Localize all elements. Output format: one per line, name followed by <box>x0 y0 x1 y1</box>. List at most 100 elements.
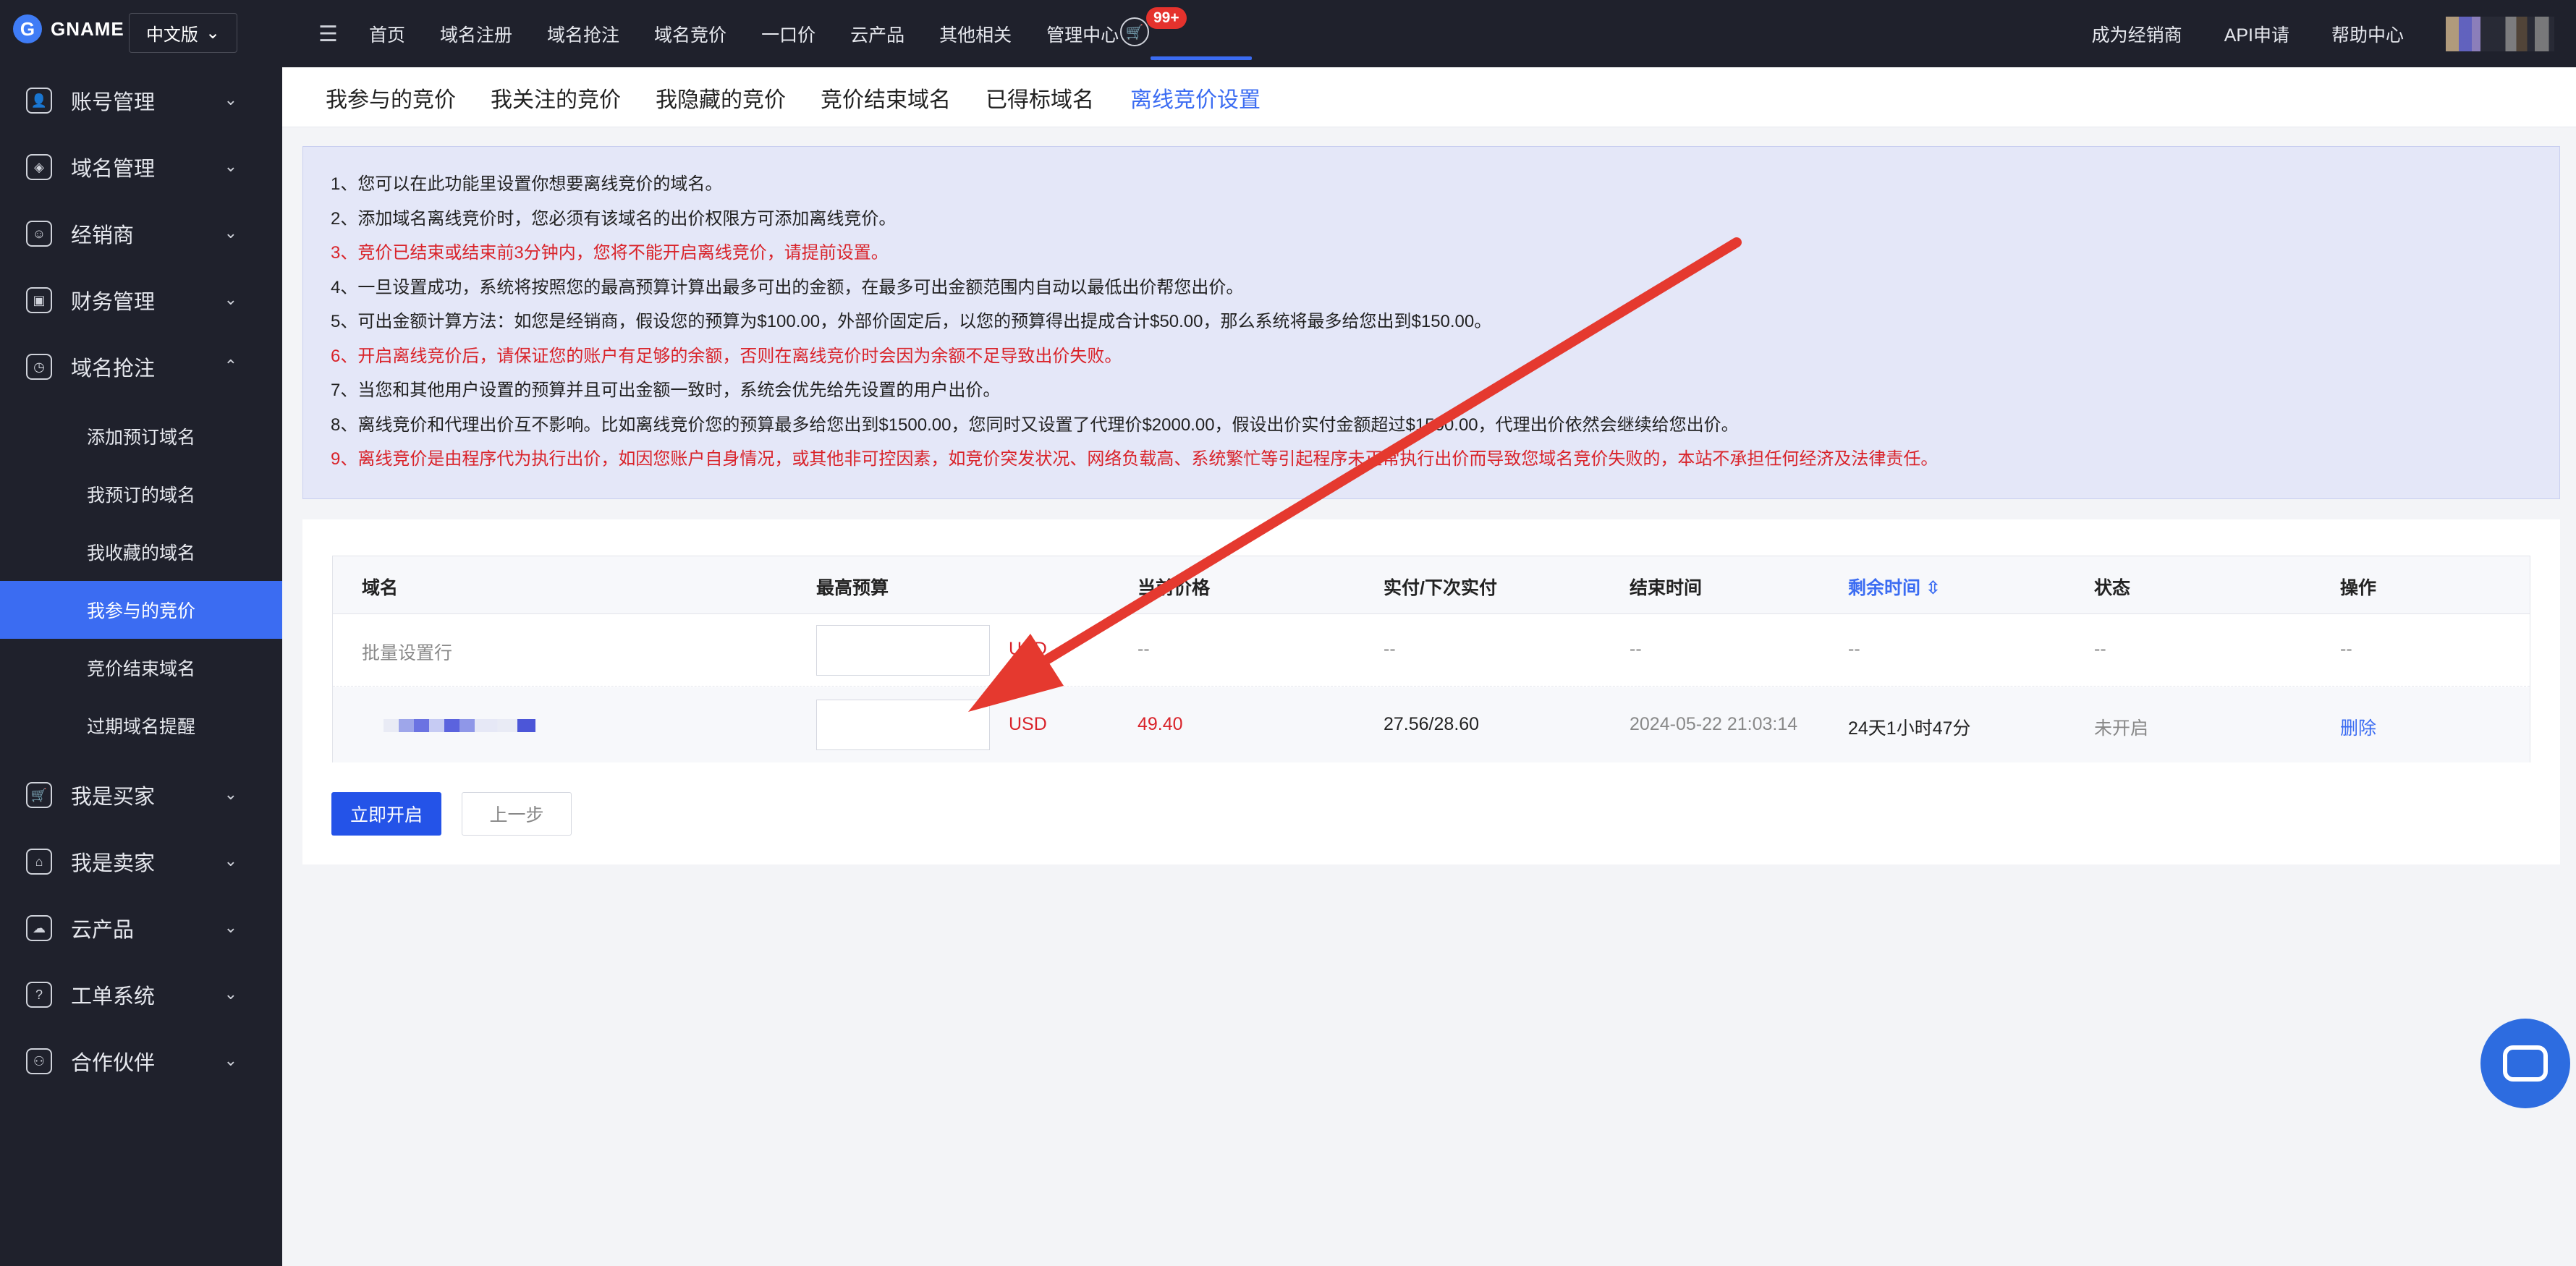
clock-icon: ◷ <box>26 354 52 380</box>
col-domain: 域名 <box>362 578 399 598</box>
start-now-button[interactable]: 立即开启 <box>331 792 441 836</box>
cart-badge: 99+ <box>1146 7 1187 29</box>
sidebar-group-seller[interactable]: ⌂ 我是卖家 ⌄ <box>0 828 282 895</box>
sidebar-group-buyer[interactable]: 🛒 我是买家 ⌄ <box>0 762 282 828</box>
offline-bid-table: 域名 最高预算 当前价格 实付/下次实付 结束时间 剩余时间 ⇳ 状态 操作 批… <box>332 556 2530 762</box>
tab-won-domains[interactable]: 已得标域名 <box>986 82 1094 114</box>
sidebar-item-ended-auctions[interactable]: 竞价结束域名 <box>0 639 282 697</box>
user-icon: 👤 <box>26 88 52 114</box>
nav-home[interactable]: 首页 <box>369 21 405 47</box>
table-row: USD 49.40 27.56/28.60 2024-05-22 21:03:1… <box>333 687 2530 762</box>
nav-other[interactable]: 其他相关 <box>939 21 1012 47</box>
sidebar-group-label: 财务管理 <box>71 291 156 314</box>
nav-cloud-products[interactable]: 云产品 <box>850 21 904 47</box>
sidebar-group-partners[interactable]: ⚇ 合作伙伴 ⌄ <box>0 1028 282 1095</box>
dealer-icon: ☺ <box>26 221 52 247</box>
partner-icon: ⚇ <box>26 1048 52 1074</box>
nav-domain-register[interactable]: 域名注册 <box>440 21 512 47</box>
become-dealer-link[interactable]: 成为经销商 <box>2092 21 2182 47</box>
col-max-budget: 最高预算 <box>816 578 889 598</box>
previous-step-button[interactable]: 上一步 <box>462 792 572 836</box>
max-budget-input[interactable] <box>816 700 990 750</box>
chat-bubble-icon <box>2503 1045 2548 1082</box>
sidebar-group-label: 我是卖家 <box>71 852 156 875</box>
api-apply-link[interactable]: API申请 <box>2224 21 2289 47</box>
nav-fixed-price[interactable]: 一口价 <box>761 21 815 47</box>
batch-end-time: -- <box>1630 639 1642 659</box>
chevron-down-icon: ⌄ <box>224 290 237 308</box>
menu-toggle-icon[interactable]: ☰ <box>318 22 338 47</box>
cart-icon[interactable]: 🛒 <box>1120 17 1149 46</box>
notice-box: 1、您可以在此功能里设置你想要离线竞价的域名。 2、添加域名离线竞价时，您必须有… <box>302 146 2560 499</box>
nav-management-center[interactable]: 管理中心 <box>1046 21 1119 47</box>
sidebar-group-label: 工单系统 <box>71 985 156 1008</box>
chevron-up-icon: ⌃ <box>224 357 237 375</box>
notice-line: 7、当您和其他用户设置的预算并且可出金额一致时，系统会优先给先设置的用户出价。 <box>331 381 1001 400</box>
sidebar-item-expiry-reminder[interactable]: 过期域名提醒 <box>0 697 282 755</box>
sidebar-group-label: 域名抢注 <box>71 357 156 381</box>
sidebar-group-snapback[interactable]: ◷ 域名抢注 ⌃ <box>0 334 282 400</box>
language-label: 中文版 <box>145 25 198 45</box>
table-header: 域名 最高预算 当前价格 实付/下次实付 结束时间 剩余时间 ⇳ 状态 操作 <box>333 556 2530 614</box>
tab-my-auctions[interactable]: 我参与的竞价 <box>326 82 456 114</box>
nav-domain-snapback[interactable]: 域名抢注 <box>547 21 619 47</box>
notice-line-warning: 9、离线竞价是由程序代为执行出价，如因您账户自身情况，或其他非可控因素，如竞价突… <box>331 449 1939 469</box>
paid-amount: 27.56/28.60 <box>1384 714 1480 734</box>
batch-budget-input[interactable] <box>816 625 990 676</box>
sidebar-group-cloud[interactable]: ☁ 云产品 ⌄ <box>0 895 282 961</box>
batch-status: -- <box>2094 639 2106 659</box>
chevron-down-icon: ⌄ <box>224 157 237 175</box>
col-status: 状态 <box>2094 578 2131 598</box>
batch-paid: -- <box>1384 639 1396 659</box>
sidebar-item-my-auctions[interactable]: 我参与的竞价 <box>0 581 282 639</box>
cloud-icon: ☁ <box>26 915 52 941</box>
nav-domain-auction[interactable]: 域名竞价 <box>654 21 726 47</box>
col-current-price: 当前价格 <box>1137 578 1211 598</box>
chevron-down-icon: ⌄ <box>224 224 237 242</box>
chevron-down-icon: ⌄ <box>224 918 237 936</box>
help-center-link[interactable]: 帮助中心 <box>2331 21 2404 47</box>
sidebar-group-finance[interactable]: ▣ 财务管理 ⌄ <box>0 267 282 334</box>
live-chat-button[interactable] <box>2480 1019 2570 1108</box>
batch-row-label: 批量设置行 <box>362 643 453 663</box>
tab-ended-auctions[interactable]: 竞价结束域名 <box>821 82 951 114</box>
store-icon: ⌂ <box>26 849 52 875</box>
chevron-down-icon: ⌄ <box>224 985 237 1003</box>
batch-remaining: -- <box>1848 639 1860 659</box>
tab-offline-bidding[interactable]: 离线竞价设置 <box>1130 82 1261 114</box>
notice-line: 5、可出金额计算方法：如您是经销商，假设您的预算为$100.00，外部价固定后，… <box>331 312 1492 331</box>
sidebar-group-label: 合作伙伴 <box>71 1052 156 1075</box>
chevron-down-icon: ⌄ <box>205 23 221 43</box>
status-text: 未开启 <box>2094 718 2149 739</box>
sidebar-item-add-reservation[interactable]: 添加预订域名 <box>0 407 282 465</box>
sort-icon[interactable]: ⇳ <box>1925 578 1941 598</box>
domain-name-redacted[interactable] <box>384 719 535 732</box>
tab-hidden-auctions[interactable]: 我隐藏的竞价 <box>656 82 786 114</box>
avatar[interactable] <box>2446 16 2554 51</box>
sidebar-group-dealer[interactable]: ☺ 经销商 ⌄ <box>0 200 282 267</box>
notice-line-warning: 3、竞价已结束或结束前3分钟内，您将不能开启离线竞价，请提前设置。 <box>331 243 889 263</box>
table-row-batch: 批量设置行 USD -- -- -- -- -- -- <box>333 614 2530 687</box>
sidebar-item-my-reservations[interactable]: 我预订的域名 <box>0 465 282 523</box>
col-remaining-time[interactable]: 剩余时间 ⇳ <box>1848 574 1941 600</box>
delete-link[interactable]: 删除 <box>2340 714 2376 740</box>
sidebar-group-domain-management[interactable]: ◈ 域名管理 ⌄ <box>0 134 282 200</box>
auction-tabs: 我参与的竞价 我关注的竞价 我隐藏的竞价 竞价结束域名 已得标域名 离线竞价设置 <box>282 67 2576 127</box>
basket-icon: 🛒 <box>26 782 52 808</box>
tab-watched-auctions[interactable]: 我关注的竞价 <box>491 82 621 114</box>
end-time: 2024-05-22 21:03:14 <box>1630 714 1798 734</box>
chevron-down-icon: ⌄ <box>224 851 237 870</box>
sidebar-item-my-favorites[interactable]: 我收藏的域名 <box>0 523 282 581</box>
remaining-time: 24天1小时47分 <box>1848 718 1971 739</box>
budget-currency: USD <box>1009 714 1047 734</box>
notice-line: 8、离线竞价和代理出价互不影响。比如离线竞价您的预算最多给您出到$1500.00… <box>331 415 1739 435</box>
sidebar-group-tickets[interactable]: ? 工单系统 ⌄ <box>0 961 282 1028</box>
top-nav: 首页 域名注册 域名抢注 域名竞价 一口价 云产品 其他相关 管理中心 <box>369 0 1153 67</box>
sidebar: 👤 账号管理 ⌄ ◈ 域名管理 ⌄ ☺ 经销商 ⌄ ▣ 财务管理 ⌄ ◷ 域名抢… <box>0 67 282 1266</box>
active-tab-indicator <box>1151 56 1252 60</box>
sidebar-group-account[interactable]: 👤 账号管理 ⌄ <box>0 67 282 134</box>
gname-logo-icon: G <box>13 14 42 43</box>
brand-logo[interactable]: G GNAME <box>13 14 124 43</box>
language-select[interactable]: 中文版 ⌄ <box>129 13 237 53</box>
brand-name: GNAME <box>51 17 124 40</box>
